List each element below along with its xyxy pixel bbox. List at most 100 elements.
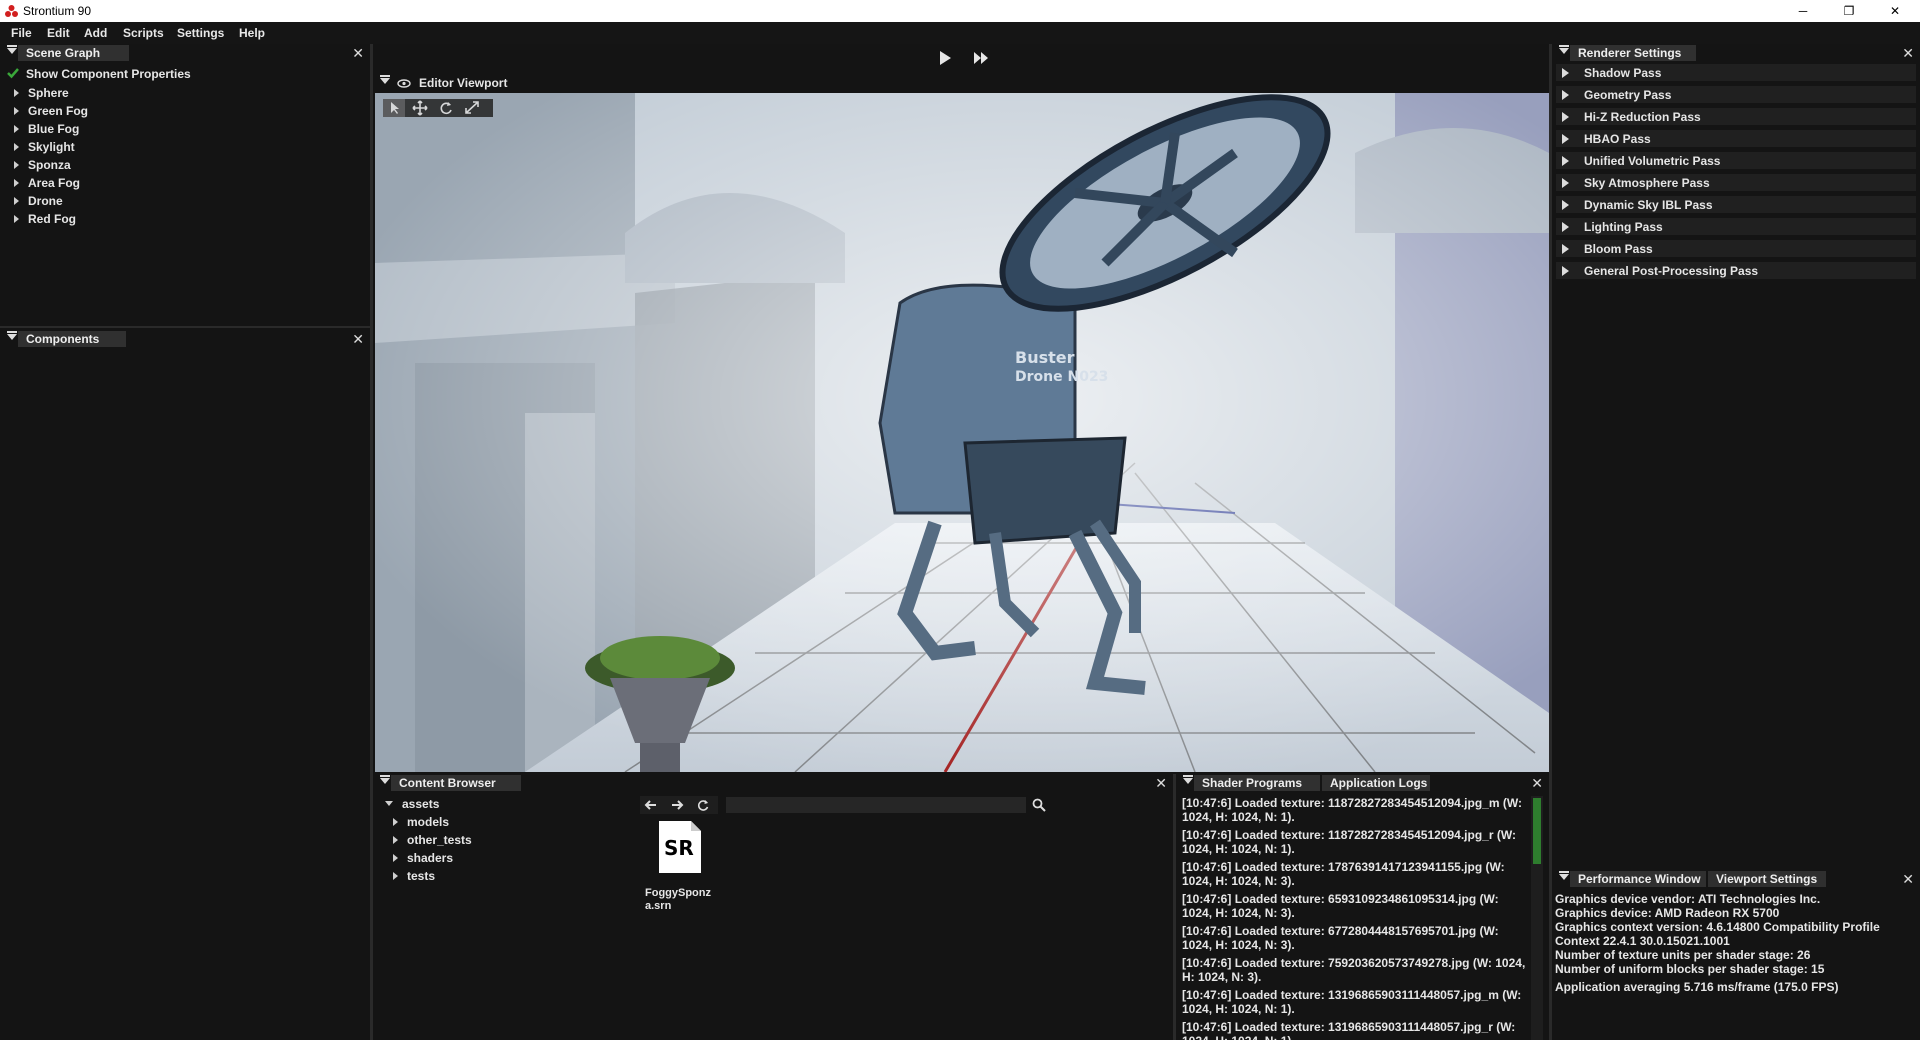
expand-arrow-icon[interactable] [1562, 112, 1569, 122]
viewport-title: Editor Viewport [419, 76, 508, 90]
play-icon[interactable] [939, 50, 953, 66]
maximize-button[interactable]: ❐ [1826, 0, 1872, 22]
select-tool-button[interactable] [383, 99, 405, 117]
collapse-icon[interactable] [7, 331, 17, 340]
expand-arrow-icon[interactable] [1562, 68, 1569, 78]
tab-viewport-settings[interactable]: Viewport Settings [1708, 871, 1826, 887]
file-name: FoggySponz a.srn [645, 887, 711, 912]
collapse-arrow-icon[interactable] [385, 801, 393, 806]
pass-hiz-reduction[interactable]: Hi-Z Reduction Pass [1556, 108, 1916, 125]
expand-arrow-icon[interactable] [14, 107, 19, 115]
expand-arrow-icon[interactable] [14, 125, 19, 133]
tab-renderer-settings[interactable]: Renderer Settings [1570, 45, 1696, 61]
expand-arrow-icon[interactable] [14, 197, 19, 205]
pass-shadow[interactable]: Shadow Pass [1556, 64, 1916, 81]
menu-settings[interactable]: Settings [177, 26, 224, 40]
log-line: [10:47:6] Loaded texture: 13196865903111… [1182, 1020, 1516, 1040]
log-line: [10:47:6] Loaded texture: 11872827283454… [1182, 796, 1526, 824]
rotate-tool-button[interactable] [435, 99, 457, 117]
search-icon[interactable] [1032, 798, 1046, 812]
collapse-icon[interactable] [1559, 871, 1569, 880]
expand-arrow-icon[interactable] [393, 818, 398, 826]
expand-arrow-icon[interactable] [1562, 200, 1569, 210]
pass-general-post-processing[interactable]: General Post-Processing Pass [1556, 262, 1916, 279]
collapse-icon[interactable] [7, 45, 17, 54]
eye-icon [397, 79, 411, 88]
drone-decal-line2: Drone N023 [1015, 369, 1108, 385]
viewport-canvas[interactable]: Buster Drone N023 [375, 93, 1549, 772]
menu-bar: File Edit Add Scripts Settings Help [0, 22, 1920, 44]
renderer-settings-header: Renderer Settings ✕ [1552, 44, 1920, 62]
close-icon[interactable]: ✕ [352, 331, 364, 347]
menu-help[interactable]: Help [239, 26, 265, 40]
minimize-button[interactable]: ─ [1780, 0, 1826, 22]
rotate-icon [440, 102, 452, 115]
log-line: [10:47:6] Loaded texture: 65931092348610… [1182, 892, 1502, 920]
pass-bloom[interactable]: Bloom Pass [1556, 240, 1916, 257]
forward-arrow-icon[interactable] [670, 798, 684, 812]
scale-tool-button[interactable] [461, 99, 483, 117]
expand-arrow-icon[interactable] [14, 161, 19, 169]
tab-performance-window[interactable]: Performance Window [1570, 871, 1706, 887]
close-icon[interactable]: ✕ [1155, 775, 1167, 791]
pass-lighting[interactable]: Lighting Pass [1556, 218, 1916, 235]
expand-arrow-icon[interactable] [14, 143, 19, 151]
refresh-icon[interactable] [696, 798, 710, 812]
menu-edit[interactable]: Edit [47, 26, 70, 40]
log-scrollbar-thumb[interactable] [1533, 798, 1541, 864]
move-tool-button[interactable] [409, 99, 431, 117]
expand-arrow-icon[interactable] [14, 215, 19, 223]
close-icon[interactable]: ✕ [1902, 45, 1914, 61]
show-component-properties-label: Show Component Properties [26, 67, 191, 81]
expand-arrow-icon[interactable] [393, 872, 398, 880]
close-window-button[interactable]: ✕ [1872, 0, 1918, 22]
tab-scene-graph[interactable]: Scene Graph [18, 45, 129, 61]
expand-arrow-icon[interactable] [1562, 156, 1569, 166]
pass-dynamic-sky-ibl[interactable]: Dynamic Sky IBL Pass [1556, 196, 1916, 213]
collapse-icon[interactable] [1183, 775, 1193, 784]
scene-render: Buster Drone N023 [375, 93, 1549, 772]
log-scrollbar[interactable] [1531, 796, 1543, 1040]
panel-divider[interactable] [0, 326, 370, 328]
tab-application-logs[interactable]: Application Logs [1322, 775, 1430, 791]
expand-arrow-icon[interactable] [393, 836, 398, 844]
menu-file[interactable]: File [11, 26, 32, 40]
expand-arrow-icon[interactable] [1562, 178, 1569, 188]
menu-add[interactable]: Add [84, 26, 107, 40]
cursor-icon [391, 102, 399, 114]
viewport-header: Editor Viewport [373, 74, 1549, 92]
expand-arrow-icon[interactable] [1562, 90, 1569, 100]
collapse-icon[interactable] [380, 775, 390, 784]
tab-components[interactable]: Components [18, 331, 126, 347]
show-component-properties-checkbox[interactable]: Show Component Properties [6, 66, 366, 82]
pass-hbao[interactable]: HBAO Pass [1556, 130, 1916, 147]
expand-arrow-icon[interactable] [14, 179, 19, 187]
log-line: [10:47:6] Loaded texture: 11872827283454… [1182, 828, 1520, 856]
expand-arrow-icon[interactable] [393, 854, 398, 862]
performance-panel: Performance Window Viewport Settings ✕ G… [1552, 870, 1920, 1040]
content-search-input[interactable] [726, 797, 1026, 813]
pass-sky-atmosphere[interactable]: Sky Atmosphere Pass [1556, 174, 1916, 191]
expand-arrow-icon[interactable] [1562, 244, 1569, 254]
components-panel: Components ✕ [0, 330, 370, 1040]
menu-scripts[interactable]: Scripts [123, 26, 164, 40]
close-icon[interactable]: ✕ [1531, 775, 1543, 791]
expand-arrow-icon[interactable] [1562, 266, 1569, 276]
logs-panel: Shader Programs Application Logs ✕ [10:4… [1176, 774, 1549, 1040]
back-arrow-icon[interactable] [644, 798, 658, 812]
collapse-icon[interactable] [380, 75, 390, 84]
pass-unified-volumetric[interactable]: Unified Volumetric Pass [1556, 152, 1916, 169]
performance-info: Graphics device vendor: ATI Technologies… [1555, 892, 1917, 994]
close-icon[interactable]: ✕ [352, 45, 364, 61]
move-icon [412, 100, 428, 116]
close-icon[interactable]: ✕ [1902, 871, 1914, 887]
fast-forward-icon[interactable] [973, 51, 989, 65]
tab-content-browser[interactable]: Content Browser [391, 775, 521, 791]
tab-shader-programs[interactable]: Shader Programs [1194, 775, 1320, 791]
collapse-icon[interactable] [1559, 45, 1569, 54]
expand-arrow-icon[interactable] [1562, 134, 1569, 144]
pass-geometry[interactable]: Geometry Pass [1556, 86, 1916, 103]
expand-arrow-icon[interactable] [14, 89, 19, 97]
expand-arrow-icon[interactable] [1562, 222, 1569, 232]
file-item-foggysponza[interactable]: SR FoggySponz a.srn [645, 819, 715, 919]
